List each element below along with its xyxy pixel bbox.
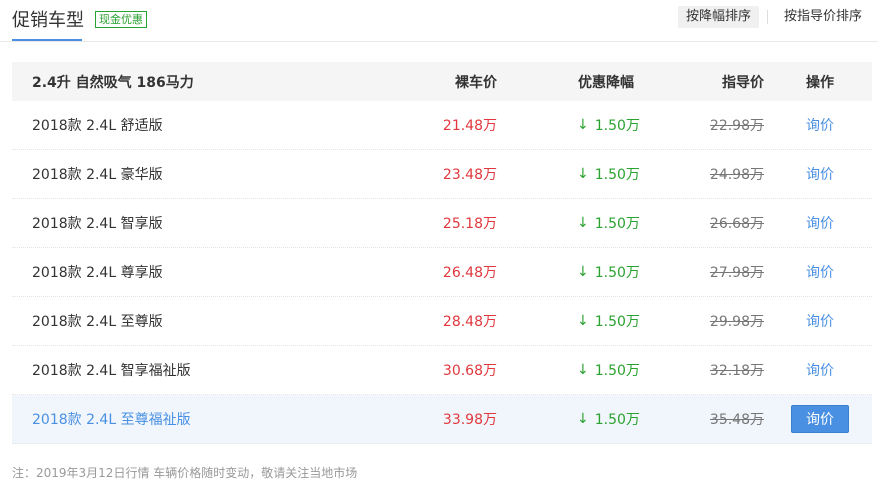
column-header-discount: 优惠降幅 (578, 74, 634, 91)
discount-amount: ↓ 1.50万 (577, 411, 640, 428)
active-tab-underline (12, 39, 82, 41)
model-name[interactable]: 2018款 2.4L 至尊福祉版 (32, 395, 191, 443)
discount-amount: ↓ 1.50万 (577, 264, 640, 281)
guide-price: 22.98万 (709, 118, 764, 134)
sort-by-guide-price-button[interactable]: 按指导价排序 (776, 6, 870, 28)
guide-price: 24.98万 (709, 167, 764, 183)
model-name: 2018款 2.4L 尊享版 (32, 265, 163, 281)
sort-options: 按降幅排序 按指导价排序 (677, 6, 870, 28)
net-price: 30.68万 (442, 363, 497, 379)
down-arrow-icon: ↓ (577, 362, 589, 378)
engine-group-header: 2.4升 自然吸气 186马力 (32, 74, 194, 91)
net-price: 33.98万 (442, 412, 497, 428)
table-row: 2018款 2.4L 智享福祉版 30.68万 ↓ 1.50万 32.18万 询价 (12, 346, 872, 395)
page-title: 促销车型 (12, 10, 84, 31)
table-row-hovered[interactable]: 2018款 2.4L 至尊福祉版 33.98万 ↓ 1.50万 35.48万 询价 (12, 395, 872, 444)
model-name: 2018款 2.4L 智享版 (32, 216, 163, 232)
discount-amount: ↓ 1.50万 (577, 117, 640, 134)
discount-amount: ↓ 1.50万 (577, 166, 640, 183)
price-note: 注：2019年3月12日行情 车辆价格随时变动，敬请关注当地市场 (12, 466, 358, 480)
action-cell: 询价 (791, 199, 849, 247)
net-price: 28.48万 (442, 314, 497, 330)
inquire-price-link[interactable]: 询价 (806, 360, 834, 380)
inquire-price-link[interactable]: 询价 (806, 164, 834, 184)
discount-amount: ↓ 1.50万 (577, 215, 640, 232)
table-row: 2018款 2.4L 至尊版 28.48万 ↓ 1.50万 29.98万 询价 (12, 297, 872, 346)
table-header-row: 2.4升 自然吸气 186马力 裸车价 优惠降幅 指导价 操作 (12, 62, 872, 101)
model-name: 2018款 2.4L 智享福祉版 (32, 363, 191, 379)
discount-amount: ↓ 1.50万 (577, 362, 640, 379)
inquire-price-link[interactable]: 询价 (806, 311, 834, 331)
net-price: 25.18万 (442, 216, 497, 232)
guide-price: 27.98万 (709, 265, 764, 281)
action-cell: 询价 (791, 395, 849, 443)
column-header-price: 裸车价 (455, 74, 497, 91)
down-arrow-icon: ↓ (577, 313, 589, 329)
column-header-action: 操作 (806, 74, 834, 91)
column-header-guide-price: 指导价 (722, 74, 764, 91)
table-row: 2018款 2.4L 智享版 25.18万 ↓ 1.50万 26.68万 询价 (12, 199, 872, 248)
table-row: 2018款 2.4L 舒适版 21.48万 ↓ 1.50万 22.98万 询价 (12, 101, 872, 150)
cash-discount-badge: 现金优惠 (95, 11, 147, 28)
table-row: 2018款 2.4L 豪华版 23.48万 ↓ 1.50万 24.98万 询价 (12, 150, 872, 199)
action-cell: 询价 (791, 346, 849, 394)
sort-by-discount-button[interactable]: 按降幅排序 (677, 6, 759, 28)
model-name: 2018款 2.4L 至尊版 (32, 314, 163, 330)
inquire-price-button[interactable]: 询价 (791, 405, 849, 433)
down-arrow-icon: ↓ (577, 215, 589, 231)
action-cell: 询价 (791, 150, 849, 198)
model-name: 2018款 2.4L 舒适版 (32, 118, 163, 134)
guide-price: 35.48万 (709, 412, 764, 428)
net-price: 21.48万 (442, 118, 497, 134)
net-price: 26.48万 (442, 265, 497, 281)
inquire-price-link[interactable]: 询价 (806, 262, 834, 282)
down-arrow-icon: ↓ (577, 166, 589, 182)
down-arrow-icon: ↓ (577, 411, 589, 427)
down-arrow-icon: ↓ (577, 264, 589, 280)
net-price: 23.48万 (442, 167, 497, 183)
promo-table: 2.4升 自然吸气 186马力 裸车价 优惠降幅 指导价 操作 2018款 2.… (12, 62, 872, 444)
guide-price: 26.68万 (709, 216, 764, 232)
inquire-price-link[interactable]: 询价 (806, 115, 834, 135)
action-cell: 询价 (791, 248, 849, 296)
guide-price: 29.98万 (709, 314, 764, 330)
inquire-price-link[interactable]: 询价 (806, 213, 834, 233)
promo-header: 促销车型 现金优惠 按降幅排序 按指导价排序 (0, 0, 878, 42)
tab-promo-models[interactable]: 促销车型 (12, 0, 84, 42)
action-cell: 询价 (791, 297, 849, 345)
sort-divider (766, 10, 768, 24)
down-arrow-icon: ↓ (577, 117, 589, 133)
table-row: 2018款 2.4L 尊享版 26.48万 ↓ 1.50万 27.98万 询价 (12, 248, 872, 297)
discount-amount: ↓ 1.50万 (577, 313, 640, 330)
model-name: 2018款 2.4L 豪华版 (32, 167, 163, 183)
guide-price: 32.18万 (709, 363, 764, 379)
action-cell: 询价 (791, 101, 849, 149)
